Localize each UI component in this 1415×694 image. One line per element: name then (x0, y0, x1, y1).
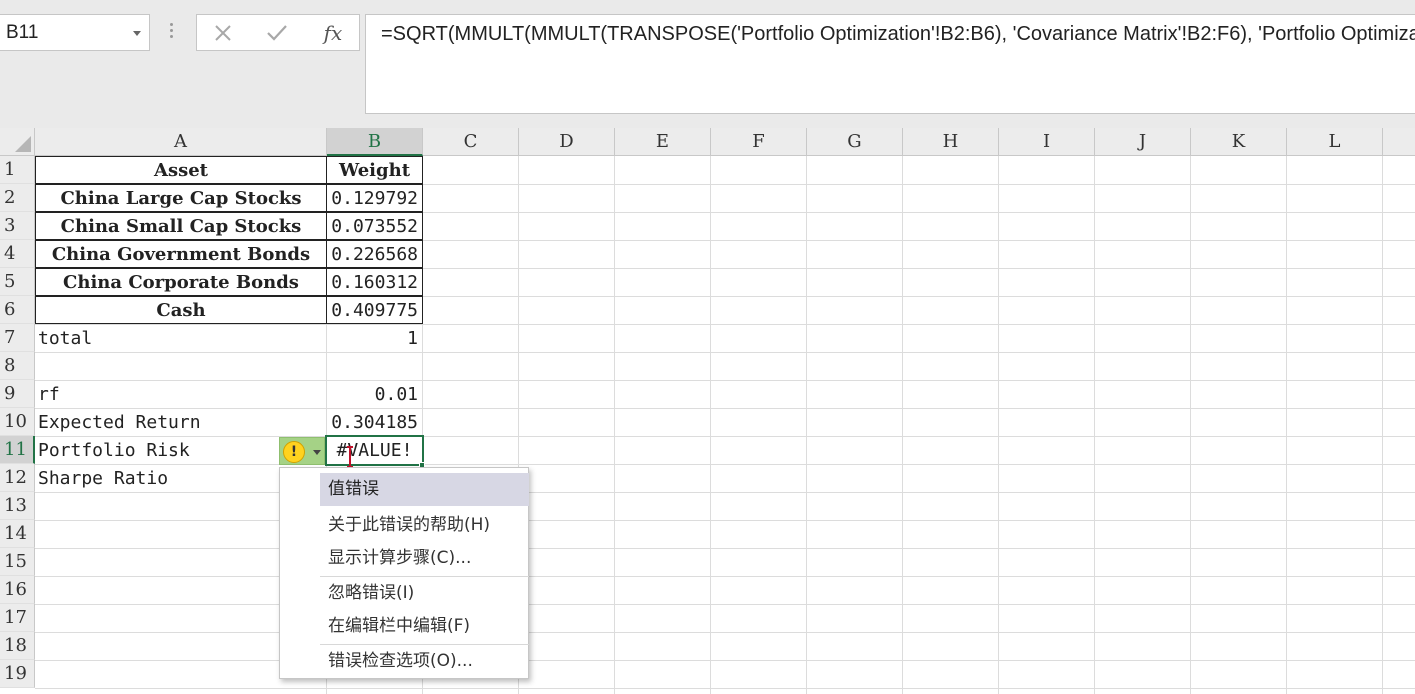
row-header-1[interactable]: 1 (0, 156, 35, 184)
row-header-9[interactable]: 9 (0, 380, 35, 408)
column-header-b[interactable]: B (327, 128, 423, 156)
cell-a1[interactable]: Asset (35, 156, 327, 184)
cell-a2[interactable]: China Large Cap Stocks (35, 184, 327, 212)
row-header-17[interactable]: 17 (0, 604, 35, 632)
cell-b7[interactable]: 1 (327, 325, 422, 353)
column-header-next[interactable] (1383, 128, 1415, 156)
cell-a5[interactable]: China Corporate Bonds (35, 268, 327, 296)
row-header-11[interactable]: 11 (0, 436, 35, 464)
formula-buttons: fx (196, 14, 360, 51)
column-header-g[interactable]: G (807, 128, 903, 156)
formula-input[interactable]: =SQRT(MMULT(MMULT(TRANSPOSE('Portfolio O… (365, 14, 1415, 114)
cell-a4[interactable]: China Government Bonds (35, 240, 327, 268)
cell-a6[interactable]: Cash (35, 296, 327, 324)
chevron-down-icon[interactable] (133, 31, 141, 36)
x-icon[interactable] (203, 15, 243, 50)
cell-a10[interactable]: Expected Return (35, 409, 326, 437)
row-header-16[interactable]: 16 (0, 576, 35, 604)
row-header-13[interactable]: 13 (0, 492, 35, 520)
column-header-c[interactable]: C (423, 128, 519, 156)
chevron-down-icon (313, 450, 321, 455)
column-header-f[interactable]: F (711, 128, 807, 156)
formula-text: =SQRT(MMULT(MMULT(TRANSPOSE('Portfolio O… (381, 23, 1415, 45)
text-cursor-icon (347, 446, 353, 468)
cell-a3[interactable]: China Small Cap Stocks (35, 212, 327, 240)
row-header-14[interactable]: 14 (0, 520, 35, 548)
column-header-d[interactable]: D (519, 128, 615, 156)
error-options-button[interactable]: ! (279, 437, 325, 465)
resize-handle-icon[interactable] (170, 23, 174, 43)
menu-item-help[interactable]: 关于此错误的帮助(H) (320, 509, 529, 542)
cell-b1[interactable]: Weight (326, 156, 423, 184)
error-context-menu: 值错误 关于此错误的帮助(H) 显示计算步骤(C)... 忽略错误(I) 在编辑… (279, 467, 529, 679)
column-header-e[interactable]: E (615, 128, 711, 156)
name-box[interactable]: B11 (0, 14, 150, 51)
row-header-7[interactable]: 7 (0, 324, 35, 352)
row-header-12[interactable]: 12 (0, 464, 35, 492)
row-header-18[interactable]: 18 (0, 632, 35, 660)
cell-b4[interactable]: 0.226568 (326, 240, 423, 268)
column-header-l[interactable]: L (1287, 128, 1383, 156)
row-header-6[interactable]: 6 (0, 296, 35, 324)
row-header-19[interactable]: 19 (0, 660, 35, 688)
cell-a7[interactable]: total (35, 325, 326, 353)
cell-b2[interactable]: 0.129792 (326, 184, 423, 212)
worksheet-grid[interactable]: A B C D E F G H I J K L 1 2 3 4 5 6 7 8 … (0, 128, 1415, 694)
cell-b10[interactable]: 0.304185 (327, 409, 422, 437)
menu-item-error-checking-options[interactable]: 错误检查选项(O)... (320, 645, 529, 678)
cell-a9[interactable]: rf (35, 381, 326, 409)
row-header-10[interactable]: 10 (0, 408, 35, 436)
column-header-i[interactable]: I (999, 128, 1095, 156)
menu-item-edit-in-formula-bar[interactable]: 在编辑栏中编辑(F) (320, 610, 529, 643)
column-header-h[interactable]: H (903, 128, 999, 156)
column-header-a[interactable]: A (35, 128, 327, 156)
row-header-3[interactable]: 3 (0, 212, 35, 240)
formula-bar-area: B11 fx =SQRT(MMULT(MMULT(TRANSPOSE('Port… (0, 0, 1415, 128)
row-header-15[interactable]: 15 (0, 548, 35, 576)
insert-function-button[interactable]: fx (313, 15, 353, 50)
cell-b5[interactable]: 0.160312 (326, 268, 423, 296)
menu-item-show-calculation-steps[interactable]: 显示计算步骤(C)... (320, 542, 529, 575)
select-all-button[interactable] (0, 128, 35, 156)
column-header-k[interactable]: K (1191, 128, 1287, 156)
check-icon[interactable] (257, 15, 297, 50)
row-header-5[interactable]: 5 (0, 268, 35, 296)
column-header-j[interactable]: J (1095, 128, 1191, 156)
fx-icon: fx (323, 20, 343, 45)
row-header-4[interactable]: 4 (0, 240, 35, 268)
cell-b9[interactable]: 0.01 (327, 381, 422, 409)
cell-a11[interactable]: Portfolio Risk (35, 437, 279, 465)
menu-title-value-error: 值错误 (320, 473, 529, 506)
cell-b3[interactable]: 0.073552 (326, 212, 423, 240)
name-box-value: B11 (6, 22, 39, 43)
active-cell-border (325, 435, 424, 466)
cell-b6[interactable]: 0.409775 (326, 296, 423, 324)
menu-item-ignore-error[interactable]: 忽略错误(I) (320, 577, 529, 610)
warning-icon: ! (283, 441, 305, 463)
row-header-8[interactable]: 8 (0, 352, 35, 380)
row-header-2[interactable]: 2 (0, 184, 35, 212)
